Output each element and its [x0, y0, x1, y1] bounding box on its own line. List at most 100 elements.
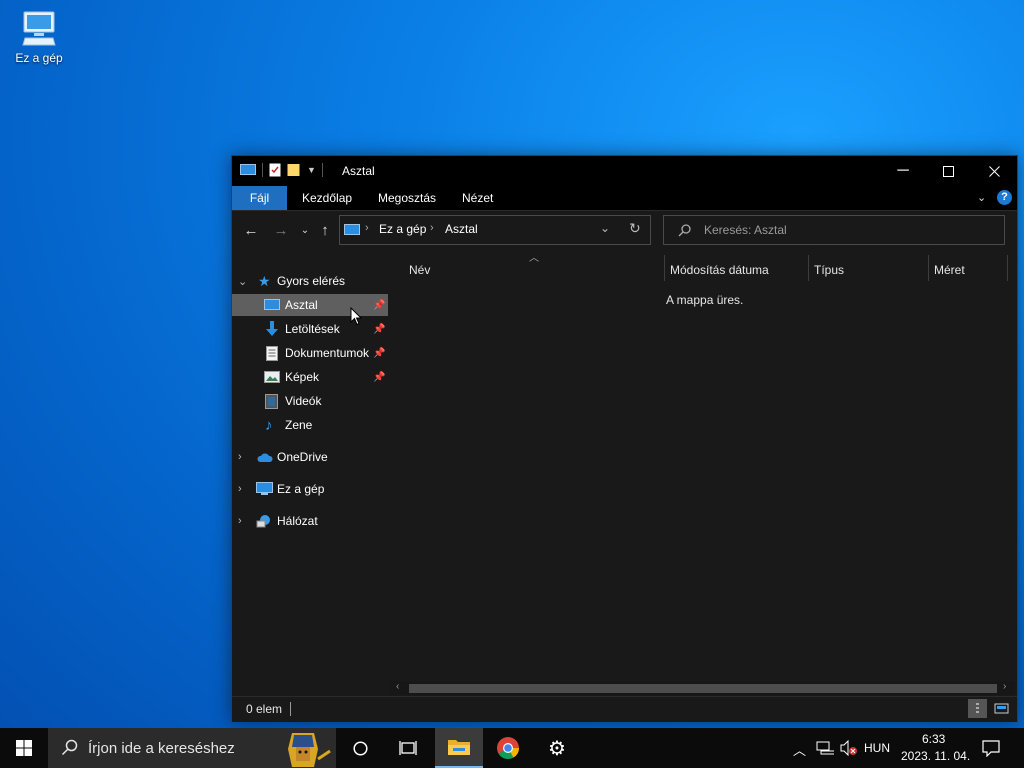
- sidebar-item-desktop[interactable]: Asztal 📌: [232, 294, 388, 316]
- taskbar-search-box[interactable]: Írjon ide a kereséshez: [48, 728, 336, 768]
- help-icon[interactable]: ?: [997, 190, 1012, 205]
- column-header-date-modified[interactable]: Módosítás dátuma: [670, 259, 769, 281]
- clock-date[interactable]: 2023. 11. 04.: [901, 749, 970, 763]
- column-header-name[interactable]: Név: [409, 259, 430, 281]
- large-icons-view-button[interactable]: [992, 699, 1011, 718]
- pin-icon[interactable]: 📌: [373, 372, 385, 383]
- breadcrumb-desktop[interactable]: Asztal: [445, 222, 478, 236]
- back-button[interactable]: ←: [240, 219, 262, 241]
- address-history-icon[interactable]: ⌄: [600, 221, 610, 235]
- network-icon: [256, 514, 270, 527]
- sidebar-item-label: Ez a gép: [277, 482, 325, 496]
- show-hidden-icons-button[interactable]: ︿: [793, 740, 806, 759]
- search-placeholder: Keresés: Asztal: [704, 223, 787, 237]
- sidebar-item-label: Zene: [285, 418, 313, 432]
- properties-icon[interactable]: [269, 163, 281, 177]
- sidebar-item-onedrive[interactable]: › OneDrive: [232, 446, 388, 468]
- taskbar-settings[interactable]: ⚙: [533, 728, 581, 768]
- empty-folder-message: A mappa üres.: [666, 293, 744, 307]
- window-title: Asztal: [342, 164, 375, 178]
- sidebar-item-label: Videók: [285, 394, 322, 408]
- chevron-right-icon: ›: [238, 451, 242, 463]
- video-icon: [265, 393, 278, 409]
- sidebar-item-this-pc[interactable]: › Ez a gép: [232, 478, 388, 500]
- pin-icon[interactable]: 📌: [373, 348, 385, 359]
- task-view-button[interactable]: [384, 728, 432, 768]
- sidebar-item-label: Gyors elérés: [277, 274, 346, 288]
- customize-qat-icon[interactable]: ▼: [307, 165, 316, 175]
- details-view-button[interactable]: [968, 699, 987, 718]
- pictures-icon: [264, 371, 280, 383]
- file-explorer-window: ▼ Asztal ─ Fájl Kezdőlap Megosztás Nézet…: [231, 155, 1018, 722]
- quick-access-toolbar: ▼: [240, 163, 323, 177]
- music-icon: ♪: [265, 416, 273, 434]
- notification-center-icon[interactable]: [982, 740, 1000, 757]
- computer-icon: [256, 482, 273, 495]
- status-bar: 0 elem: [232, 696, 1017, 722]
- taskbar-search-placeholder: Írjon ide a kereséshez: [88, 740, 235, 757]
- sidebar-item-label: Dokumentumok: [285, 346, 370, 360]
- tab-share[interactable]: Megosztás: [378, 186, 436, 210]
- title-bar[interactable]: ▼ Asztal ─: [232, 156, 1017, 186]
- clock-time[interactable]: 6:33: [922, 732, 945, 746]
- input-language[interactable]: HUN: [864, 741, 890, 755]
- sidebar-item-quick-access[interactable]: ⌄ ★ Gyors elérés: [232, 270, 388, 292]
- tab-view[interactable]: Nézet: [462, 186, 493, 210]
- sidebar-item-videos[interactable]: Videók: [232, 390, 388, 412]
- volume-muted-icon[interactable]: [840, 740, 858, 756]
- scroll-right-icon[interactable]: ›: [1003, 681, 1006, 692]
- sidebar-item-music[interactable]: ♪ Zene: [232, 414, 388, 436]
- sidebar-item-network[interactable]: › Hálózat: [232, 510, 388, 532]
- close-button[interactable]: [971, 156, 1017, 186]
- search-box[interactable]: Keresés: Asztal: [663, 215, 1005, 245]
- taskbar: Írjon ide a kereséshez ⚙ ︿ HUN 6:33 2023…: [0, 728, 1024, 768]
- column-header-type[interactable]: Típus: [814, 259, 844, 281]
- mouse-cursor-icon: [350, 307, 362, 326]
- scrollbar-thumb[interactable]: [409, 684, 997, 693]
- sidebar-item-label: OneDrive: [277, 450, 328, 464]
- navigation-bar: ← → ⌄ ↑ › Ez a gép › Asztal ⌄ ↻ Keresés:…: [232, 211, 1017, 249]
- monitor-icon: [240, 164, 256, 175]
- recent-locations-button[interactable]: ⌄: [294, 219, 316, 241]
- up-button[interactable]: ↑: [314, 219, 336, 241]
- forward-arrow-icon: →: [273, 221, 289, 239]
- sidebar-item-documents[interactable]: Dokumentumok 📌: [232, 342, 388, 364]
- address-bar[interactable]: › Ez a gép › Asztal ⌄ ↻: [339, 215, 651, 245]
- gear-icon: ⚙: [548, 737, 566, 760]
- breadcrumb-this-pc[interactable]: Ez a gép: [379, 222, 426, 236]
- forward-button[interactable]: →: [270, 219, 292, 241]
- start-button[interactable]: [0, 728, 48, 768]
- sidebar-item-pictures[interactable]: Képek 📌: [232, 366, 388, 388]
- search-icon: [678, 224, 691, 237]
- tab-file[interactable]: Fájl: [232, 186, 287, 210]
- sidebar-item-downloads[interactable]: Letöltések 📌: [232, 318, 388, 340]
- tab-home[interactable]: Kezdőlap: [302, 186, 352, 210]
- download-icon: [266, 321, 278, 336]
- sidebar-item-label: Letöltések: [285, 322, 340, 336]
- chrome-icon: [497, 737, 519, 759]
- desktop-icon-this-pc[interactable]: Ez a gép: [10, 8, 68, 65]
- network-status-icon[interactable]: [816, 740, 834, 756]
- back-arrow-icon: ←: [243, 221, 259, 239]
- scroll-left-icon[interactable]: ‹: [396, 681, 399, 692]
- large-icons-view-icon: [994, 703, 1009, 714]
- taskbar-file-explorer[interactable]: [435, 728, 483, 768]
- windows-logo-icon: [16, 740, 32, 756]
- minimize-button[interactable]: ─: [880, 156, 926, 186]
- expand-ribbon-icon[interactable]: ⌄: [977, 191, 986, 204]
- taskbar-chrome[interactable]: [484, 728, 532, 768]
- column-header-size[interactable]: Méret: [934, 259, 965, 281]
- desktop-icon-label: Ez a gép: [15, 51, 63, 65]
- maximize-button[interactable]: [925, 156, 971, 186]
- refresh-icon[interactable]: ↻: [629, 220, 641, 237]
- file-list[interactable]: ︿ Név Módosítás dátuma Típus Méret A map…: [389, 249, 1015, 679]
- computer-icon: [22, 11, 56, 46]
- new-folder-icon[interactable]: [287, 163, 301, 177]
- folder-icon: [448, 740, 470, 755]
- pin-icon[interactable]: 📌: [373, 300, 385, 311]
- horizontal-scrollbar[interactable]: ‹ ›: [389, 681, 1015, 695]
- ribbon-tabs: Fájl Kezdőlap Megosztás Nézet ⌄ ?: [232, 186, 1017, 211]
- pin-icon[interactable]: 📌: [373, 324, 385, 335]
- cortana-button[interactable]: [336, 728, 384, 768]
- sidebar-item-label: Képek: [285, 370, 320, 384]
